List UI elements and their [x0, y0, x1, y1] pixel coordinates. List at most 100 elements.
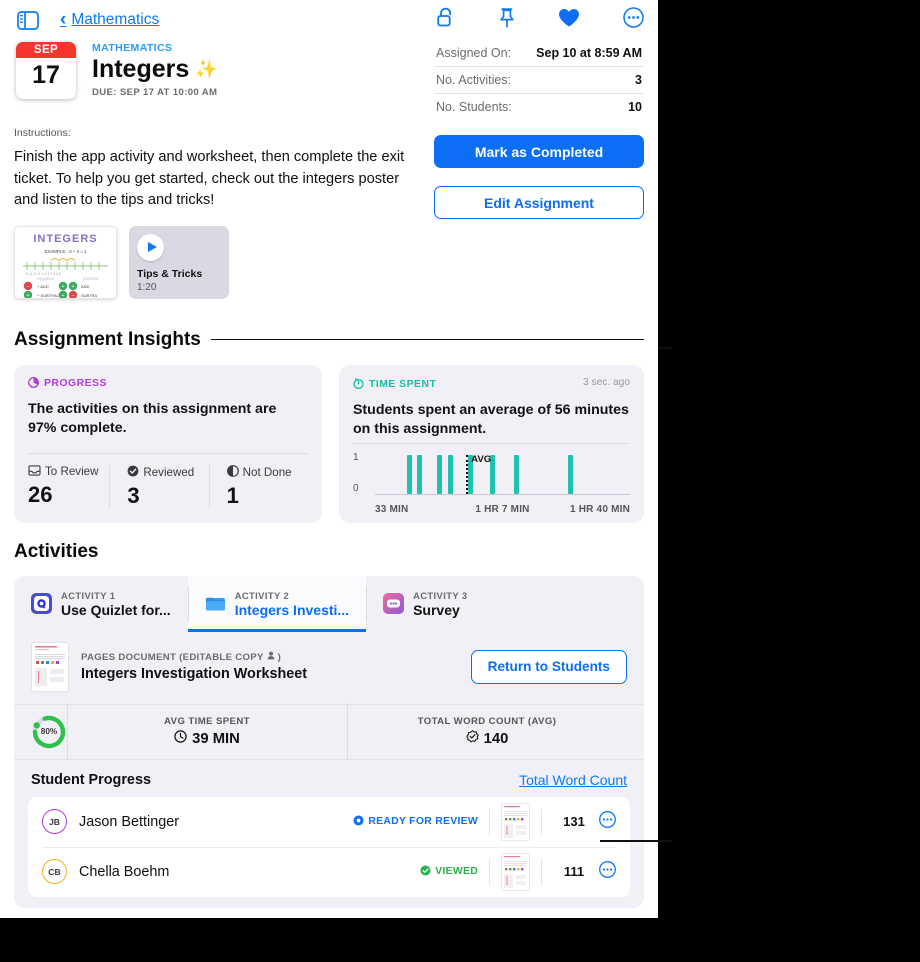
back-link-label: Mathematics — [71, 11, 160, 28]
student-work-thumbnail[interactable] — [501, 802, 530, 841]
meta-value: 10 — [628, 100, 642, 114]
sidebar-toggle-icon[interactable] — [17, 11, 39, 30]
more-circle-icon[interactable] — [623, 7, 644, 33]
tab-label: Use Quizlet for... — [61, 601, 171, 618]
divider — [489, 808, 490, 835]
stat-label: To Review — [45, 465, 99, 478]
status-badge-label: READY FOR REVIEW — [368, 816, 478, 827]
divider — [489, 858, 490, 885]
progress-stats-row: To Review 26 Reviewed 3 Not Done 1 — [28, 452, 308, 509]
divider — [541, 808, 542, 835]
return-to-students-button[interactable]: Return to Students — [470, 649, 627, 684]
document-kind: PAGES DOCUMENT (EDITABLE COPY ) — [81, 651, 307, 663]
section-rule — [210, 338, 644, 341]
document-kind-label: PAGES DOCUMENT (EDITABLE COPY — [81, 651, 264, 663]
section-title: Assignment Insights — [14, 328, 201, 350]
total-word-count-link[interactable]: Total Word Count — [519, 772, 627, 788]
student-progress-title: Student Progress — [31, 771, 151, 788]
completion-ring: 80% — [31, 714, 67, 750]
play-icon[interactable] — [137, 233, 164, 261]
y-tick-1: 1 — [352, 451, 359, 463]
tray-icon — [28, 464, 41, 479]
heart-icon[interactable] — [558, 8, 580, 33]
chart-bar — [447, 454, 453, 494]
progress-insight-card[interactable]: PROGRESS The activities on this assignme… — [14, 364, 322, 523]
stat-to-review: To Review 26 — [28, 464, 109, 509]
progress-icon — [28, 376, 39, 391]
table-row[interactable]: CB Chella Boehm VIEWED 111 — [28, 846, 630, 897]
pages-document-icon — [205, 593, 226, 614]
avg-marker-line — [465, 454, 468, 494]
tab-text-block: ACTIVITY 2 Integers Investi... — [235, 590, 349, 618]
divider — [541, 858, 542, 885]
student-progress-list: JB Jason Bettinger READY FOR REVIEW 131 — [28, 796, 630, 897]
chart-x-tick: 1 HR 40 MIN — [570, 503, 630, 515]
chart-divider — [352, 442, 630, 444]
status-badge-label: VIEWED — [435, 866, 478, 877]
chart-bar — [513, 454, 519, 494]
time-spent-headline: Students spent an average of 56 minutes … — [352, 401, 629, 438]
more-circle-icon[interactable] — [599, 860, 616, 883]
table-row[interactable]: JB Jason Bettinger READY FOR REVIEW 131 — [28, 797, 630, 847]
tab-activity-3[interactable]: ACTIVITY 3 Survey — [366, 576, 484, 632]
activities-card: ACTIVITY 1 Use Quizlet for... ACTIVITY 2… — [14, 575, 644, 908]
avatar: CB — [42, 859, 67, 884]
chart-bar — [567, 454, 573, 494]
video-duration: 1:20 — [137, 281, 157, 293]
word-count: 131 — [563, 814, 585, 829]
top-toolbar: ‹ Mathematics — [0, 0, 658, 42]
back-to-mathematics-link[interactable]: ‹ Mathematics — [60, 9, 160, 30]
chart-bar — [406, 454, 412, 494]
tab-label: Integers Investi... — [234, 601, 350, 618]
student-name: Jason Bettinger — [79, 813, 179, 830]
svg-text:INTEGERS: INTEGERS — [33, 233, 97, 245]
assignment-meta-list: Assigned On: Sep 10 at 8:59 AM No. Activ… — [434, 40, 644, 120]
status-badge: READY FOR REVIEW — [353, 815, 478, 829]
pin-icon[interactable] — [499, 7, 515, 33]
more-circle-icon[interactable] — [599, 810, 616, 833]
svg-text:SUBTRA: SUBTRA — [81, 293, 98, 298]
clock-icon — [174, 730, 187, 747]
document-title: Integers Investigation Worksheet — [81, 666, 308, 682]
tab-activity-1[interactable]: ACTIVITY 1 Use Quizlet for... — [14, 576, 188, 632]
edit-assignment-button[interactable]: Edit Assignment — [434, 186, 644, 219]
tab-kicker: ACTIVITY 3 — [413, 589, 468, 601]
tab-text-block: ACTIVITY 1 Use Quizlet for... — [61, 590, 171, 618]
time-spent-insight-card[interactable]: TIME SPENT 3 sec. ago Students spent an … — [338, 364, 644, 523]
due-date-label: DUE: SEP 17 AT 10:00 AM — [92, 87, 218, 98]
meta-value: 3 — [635, 73, 642, 87]
metric-value-row: 39 MIN — [67, 730, 347, 747]
worksheet-thumbnail[interactable] — [31, 641, 69, 692]
mark-as-completed-button[interactable]: Mark as Completed — [434, 135, 644, 168]
stat-label: Not Done — [242, 465, 292, 479]
stat-label-row: To Review — [28, 464, 109, 479]
chart-bar — [437, 454, 443, 494]
half-circle-icon — [226, 464, 239, 480]
meta-value: Sep 10 at 8:59 AM — [536, 46, 642, 60]
activity-document-row: PAGES DOCUMENT (EDITABLE COPY ) Integers… — [14, 632, 644, 704]
sparkles-icon: ✨ — [195, 59, 218, 79]
student-work-thumbnail[interactable] — [501, 852, 530, 891]
metric-label: TOTAL WORD COUNT (AVG) — [417, 716, 557, 727]
meta-key: No. Activities: — [436, 73, 512, 87]
y-tick-0: 0 — [352, 482, 359, 494]
video-title: Tips & Tricks — [137, 267, 203, 280]
integers-poster-thumbnail[interactable]: INTEGERS EXAMPLE: -3 + 4 = 1 -5 -4 -3 -2… — [14, 225, 117, 299]
tab-kicker: ACTIVITY 1 — [61, 589, 116, 601]
stat-label-row: Not Done — [226, 464, 308, 480]
chevron-left-icon: ‹ — [60, 9, 67, 30]
insights-cards: PROGRESS The activities on this assignme… — [0, 364, 658, 523]
course-kicker: MATHEMATICS — [92, 42, 173, 54]
svg-text:−: − — [26, 284, 29, 290]
assignment-title-block: MATHEMATICS Integers ✨ DUE: SEP 17 AT 10… — [92, 42, 218, 98]
tips-and-tricks-video-card[interactable]: Tips & Tricks 1:20 — [129, 225, 229, 299]
completion-ring-percent: 80% — [40, 727, 58, 736]
callout-line-row-menu — [600, 840, 672, 842]
stat-not-done: Not Done 1 — [208, 464, 308, 509]
check-circle-icon — [127, 465, 139, 480]
meta-row: No. Students: 10 — [434, 94, 644, 120]
tab-activity-2[interactable]: ACTIVITY 2 Integers Investi... — [187, 575, 367, 632]
svg-text:+ SUBTRACT: + SUBTRACT — [37, 293, 63, 298]
unlock-icon[interactable] — [437, 7, 456, 33]
instructions-text: Finish the app activity and worksheet, t… — [14, 149, 405, 208]
